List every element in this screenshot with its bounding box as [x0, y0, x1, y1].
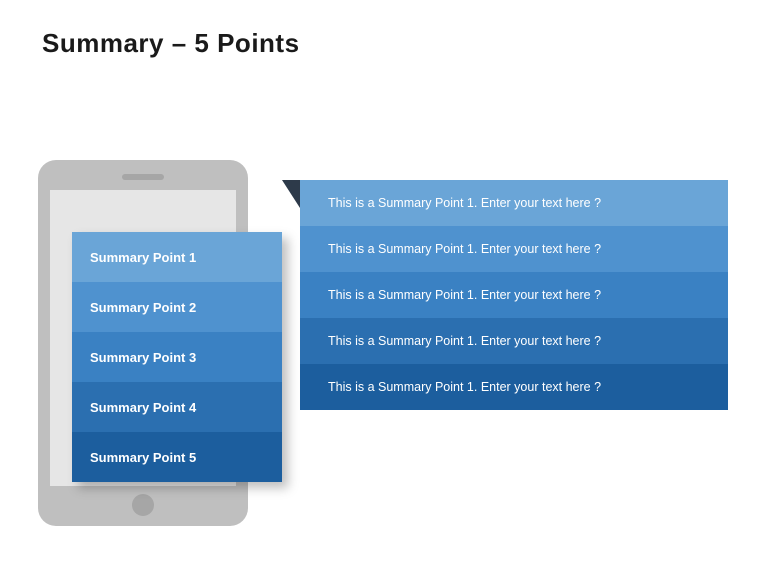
summary-label-1: Summary Point 1 [72, 232, 282, 282]
summary-label-2: Summary Point 2 [72, 282, 282, 332]
phone-home-button-icon [132, 494, 154, 516]
summary-labels-stack: Summary Point 1 Summary Point 2 Summary … [72, 232, 282, 482]
summary-detail-4: This is a Summary Point 1. Enter your te… [300, 318, 728, 364]
panel-fold-icon [282, 180, 300, 208]
summary-detail-panel: This is a Summary Point 1. Enter your te… [300, 180, 728, 410]
summary-detail-5: This is a Summary Point 1. Enter your te… [300, 364, 728, 410]
summary-label-5: Summary Point 5 [72, 432, 282, 482]
slide-title: Summary – 5 Points [42, 28, 300, 59]
phone-speaker-icon [122, 174, 164, 180]
summary-detail-2: This is a Summary Point 1. Enter your te… [300, 226, 728, 272]
summary-detail-1: This is a Summary Point 1. Enter your te… [300, 180, 728, 226]
summary-label-3: Summary Point 3 [72, 332, 282, 382]
summary-label-4: Summary Point 4 [72, 382, 282, 432]
summary-detail-3: This is a Summary Point 1. Enter your te… [300, 272, 728, 318]
